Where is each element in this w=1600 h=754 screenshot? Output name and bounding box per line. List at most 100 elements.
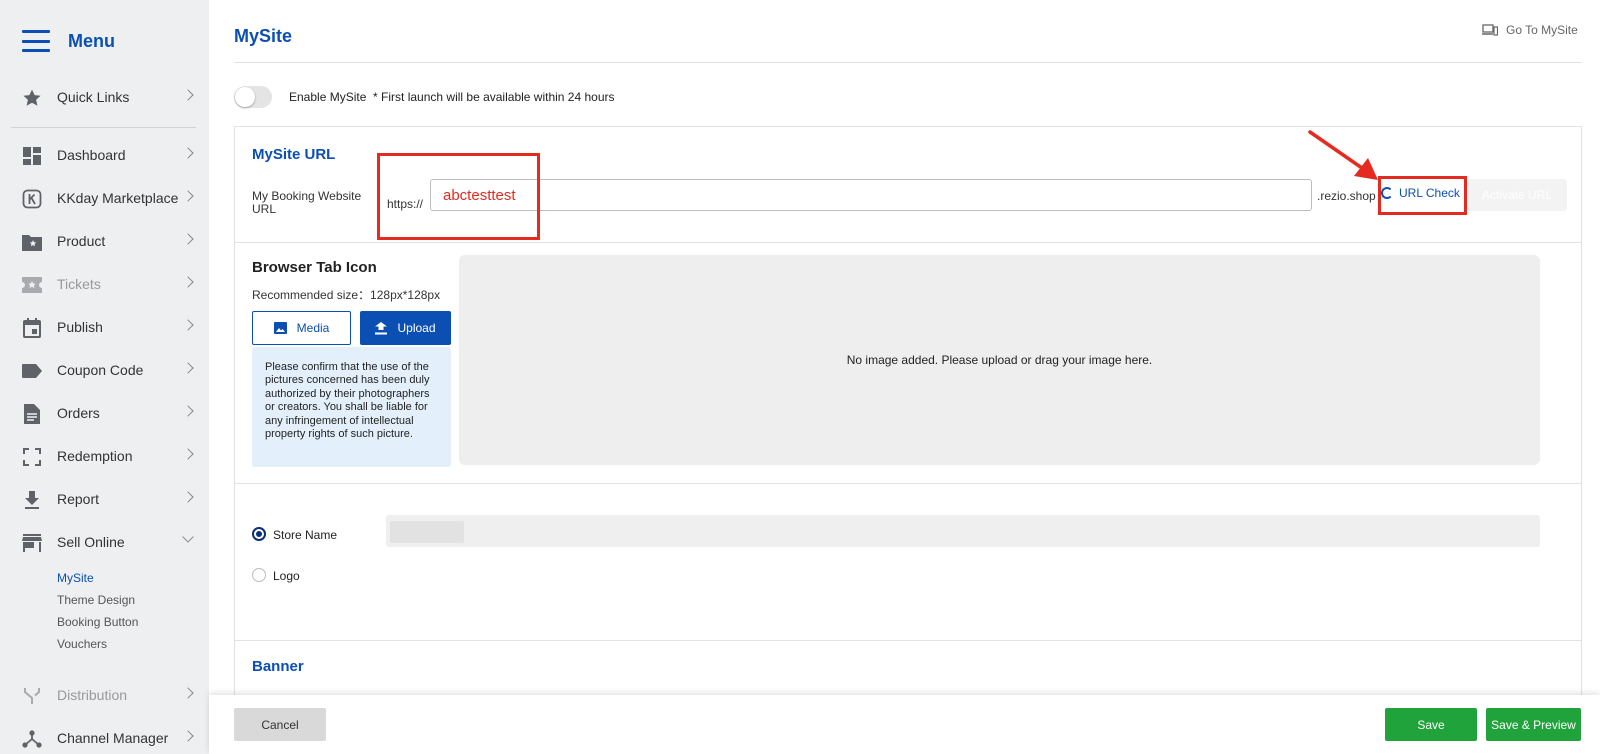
chevron-right-icon — [182, 147, 194, 159]
browser-tab-icon-heading: Browser Tab Icon — [252, 259, 377, 276]
recommended-size-note: Recommended size：128px*128px — [252, 288, 441, 302]
action-footer: Cancel Save Save & Preview — [209, 695, 1600, 754]
enable-mysite-toggle[interactable] — [234, 86, 272, 108]
enable-mysite-label: Enable MySite * First launch will be ava… — [289, 90, 615, 104]
star-icon — [22, 88, 42, 108]
sidebar-item-label: Distribution — [57, 687, 128, 703]
menu-title: Menu — [68, 30, 115, 51]
logo-radio[interactable] — [252, 568, 266, 582]
sidebar-item-label: Quick Links — [57, 89, 130, 105]
upload-button[interactable]: Upload — [360, 311, 451, 345]
menu-header[interactable]: Menu — [22, 28, 115, 54]
sidebar-item-label: Dashboard — [57, 147, 126, 163]
banner-heading: Banner — [252, 658, 304, 675]
sidebar-divider — [11, 127, 196, 128]
sidebar-item-coupon-code[interactable]: Coupon Code — [0, 353, 209, 387]
go-to-mysite-link[interactable]: Go To MySite — [1482, 22, 1578, 38]
chevron-right-icon — [182, 276, 194, 288]
go-to-mysite-label: Go To MySite — [1506, 23, 1578, 37]
store-icon — [22, 533, 42, 553]
ticket-icon — [22, 275, 42, 295]
folder-star-icon — [22, 232, 42, 252]
mysite-url-heading: MySite URL — [252, 146, 336, 163]
upload-button-label: Upload — [397, 321, 436, 335]
sidebar-item-label: Sell Online — [57, 534, 125, 550]
cancel-button[interactable]: Cancel — [234, 708, 326, 741]
sidebar-item-dashboard[interactable]: Dashboard — [0, 138, 209, 172]
chevron-right-icon — [182, 319, 194, 331]
scan-frame-icon — [22, 447, 42, 467]
page-title: MySite — [234, 26, 293, 46]
header-divider — [234, 62, 1582, 63]
sidebar-item-quick-links[interactable]: Quick Links — [0, 80, 209, 114]
sidebar-item-report[interactable]: Report — [0, 482, 209, 516]
store-name-placeholder-chip — [390, 521, 464, 543]
sidebar-item-label: Redemption — [57, 448, 133, 464]
booking-url-label: My Booking Website URL — [252, 189, 362, 216]
sidebar-subitem-mysite[interactable]: MySite — [57, 571, 94, 587]
sidebar-item-label: Orders — [57, 405, 100, 421]
sidebar-item-label: KKday Marketplace — [57, 190, 179, 206]
save-preview-button[interactable]: Save & Preview — [1486, 708, 1581, 741]
activate-url-button[interactable]: Activate URL — [1467, 179, 1567, 211]
sidebar-item-kkday-marketplace[interactable]: KKday Marketplace — [0, 181, 209, 215]
chevron-right-icon — [182, 89, 194, 101]
chevron-right-icon — [182, 190, 194, 202]
save-button[interactable]: Save — [1385, 708, 1477, 741]
enable-label-text: Enable MySite — [289, 90, 367, 104]
fork-icon — [22, 686, 42, 706]
chevron-right-icon — [182, 730, 194, 742]
sidebar-item-tickets[interactable]: Tickets — [0, 267, 209, 301]
chevron-right-icon — [182, 362, 194, 374]
chevron-right-icon — [182, 687, 194, 699]
sidebar-item-product[interactable]: Product — [0, 224, 209, 258]
sidebar-subitem-vouchers[interactable]: Vouchers — [57, 637, 107, 653]
image-icon — [273, 322, 287, 334]
chevron-right-icon — [182, 405, 194, 417]
sidebar-subitem-theme-design[interactable]: Theme Design — [57, 593, 135, 609]
label-tag-icon — [22, 361, 42, 381]
section-divider — [235, 640, 1581, 641]
network-icon — [22, 729, 42, 749]
chevron-right-icon — [182, 491, 194, 503]
section-divider — [235, 242, 1581, 243]
chevron-right-icon — [182, 448, 194, 460]
url-suffix: .rezio.shop — [1317, 189, 1376, 203]
sidebar-item-sell-online[interactable]: Sell Online — [0, 525, 209, 559]
sidebar-item-distribution[interactable]: Distribution — [0, 678, 209, 712]
sidebar-item-label: Coupon Code — [57, 362, 144, 378]
sidebar-item-orders[interactable]: Orders — [0, 396, 209, 430]
chevron-right-icon — [182, 233, 194, 245]
sidebar-item-redemption[interactable]: Redemption — [0, 439, 209, 473]
sidebar-item-label: Channel Manager — [57, 730, 169, 746]
sidebar-item-label: Tickets — [57, 276, 101, 292]
sidebar-item-label: Product — [57, 233, 106, 249]
mysite-url-input[interactable] — [430, 179, 1312, 211]
sidebar-subitem-booking-button[interactable]: Booking Button — [57, 615, 138, 631]
hamburger-icon[interactable] — [22, 30, 50, 52]
upload-icon — [375, 321, 388, 335]
store-name-label: Store Name — [273, 528, 338, 542]
store-name-radio[interactable] — [252, 527, 266, 541]
section-divider — [235, 483, 1581, 484]
logo-label: Logo — [273, 569, 300, 583]
image-dropzone[interactable]: No image added. Please upload or drag yo… — [459, 255, 1540, 465]
annotation-highlight-input — [377, 153, 540, 240]
download-icon — [22, 490, 42, 510]
document-icon — [22, 404, 42, 424]
chevron-down-icon — [182, 531, 194, 543]
dashboard-icon — [22, 146, 42, 166]
sidebar-item-publish[interactable]: Publish — [0, 310, 209, 344]
copyright-notice: Please confirm that the use of the pictu… — [252, 347, 451, 467]
sidebar-item-label: Publish — [57, 319, 103, 335]
sidebar-item-channel-manager[interactable]: Channel Manager — [0, 721, 209, 754]
store-name-field[interactable] — [386, 515, 1540, 547]
dropzone-text: No image added. Please upload or drag yo… — [846, 353, 1153, 367]
annotation-arrow-icon — [1308, 130, 1378, 180]
kkday-icon — [22, 189, 42, 209]
media-button[interactable]: Media — [252, 311, 351, 345]
sidebar-item-label: Report — [57, 491, 100, 507]
sidebar: Menu Quick Links Dashboard KKday Marketp… — [0, 0, 209, 754]
media-button-label: Media — [296, 321, 330, 335]
devices-icon — [1482, 24, 1499, 36]
